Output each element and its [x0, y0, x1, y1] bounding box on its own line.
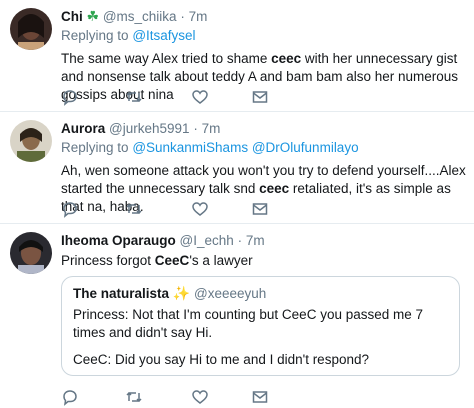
text-segment: Princess forgot — [61, 253, 155, 268]
quoted-author-handle: @xeeeeyuh — [194, 286, 267, 301]
avatar[interactable] — [10, 232, 52, 274]
replying-to-label: Replying to — [61, 140, 129, 155]
text-segment: The same way Alex tried to shame — [61, 51, 272, 66]
reply-icon[interactable] — [61, 388, 79, 406]
sparkles-icon: ✨ — [172, 285, 191, 301]
tweet-1[interactable]: Chi ☘ @ms_chiika · 7m Replying to @Itsaf… — [0, 0, 474, 112]
quoted-tweet[interactable]: The naturalista ✨ @xeeeeyuh Princess: No… — [61, 276, 460, 376]
envelope-icon[interactable] — [251, 388, 269, 406]
heart-icon[interactable] — [191, 200, 209, 218]
text-bold-segment: ceec — [271, 51, 302, 66]
quoted-text-line-1: Princess: Not that I'm counting but CeeC… — [73, 307, 424, 340]
quoted-author-name: The naturalista — [73, 286, 170, 301]
tweet-2[interactable]: Aurora @jurkeh5991 · 7m Replying to @Sun… — [0, 112, 474, 224]
replying-to-label: Replying to — [61, 28, 129, 43]
heart-icon[interactable] — [191, 88, 209, 106]
tweet-3[interactable]: Iheoma Oparaugo @I_echh · 7m Princess fo… — [0, 224, 474, 408]
tweet-actions — [61, 200, 321, 218]
separator-dot: · — [237, 233, 243, 248]
author-name[interactable]: Chi — [61, 9, 83, 24]
timestamp[interactable]: 7m — [246, 233, 265, 248]
timestamp[interactable]: 7m — [202, 121, 221, 136]
author-handle[interactable]: @ms_chiika — [103, 9, 177, 24]
retweet-icon[interactable] — [125, 200, 143, 218]
tweet-actions — [61, 88, 321, 106]
tweet-text: Princess forgot CeeC's a lawyer — [61, 252, 468, 270]
envelope-icon[interactable] — [251, 88, 269, 106]
mention-link[interactable]: @SunkanmiShams — [132, 140, 248, 155]
tweet-actions — [61, 388, 321, 406]
shamrock-icon: ☘ — [86, 8, 100, 24]
retweet-icon[interactable] — [125, 388, 143, 406]
avatar[interactable] — [10, 8, 52, 50]
text-bold-segment: CeeC — [154, 253, 190, 268]
replying-to: Replying to @Itsafysel — [61, 27, 468, 44]
author-name[interactable]: Iheoma Oparaugo — [61, 233, 176, 248]
separator-dot: · — [193, 121, 198, 136]
avatar[interactable] — [10, 120, 52, 162]
separator-dot: · — [180, 9, 185, 24]
reply-icon[interactable] — [61, 200, 79, 218]
mention-link[interactable]: @Itsafysel — [132, 28, 195, 43]
retweet-icon[interactable] — [125, 88, 143, 106]
text-segment: 's a lawyer — [189, 253, 253, 268]
author-handle[interactable]: @jurkeh5991 — [109, 121, 190, 136]
replying-to: Replying to @SunkanmiShams @DrOlufunmila… — [61, 139, 468, 156]
reply-icon[interactable] — [61, 88, 79, 106]
author-name[interactable]: Aurora — [61, 121, 105, 136]
mention-link[interactable]: @DrOlufunmilayo — [252, 140, 359, 155]
heart-icon[interactable] — [191, 388, 209, 406]
timestamp[interactable]: 7m — [189, 9, 208, 24]
quoted-text-line-2: CeeC: Did you say Hi to me and I didn't … — [73, 352, 369, 367]
envelope-icon[interactable] — [251, 200, 269, 218]
text-bold-segment: ceec — [259, 181, 290, 196]
author-handle[interactable]: @I_echh — [180, 233, 234, 248]
